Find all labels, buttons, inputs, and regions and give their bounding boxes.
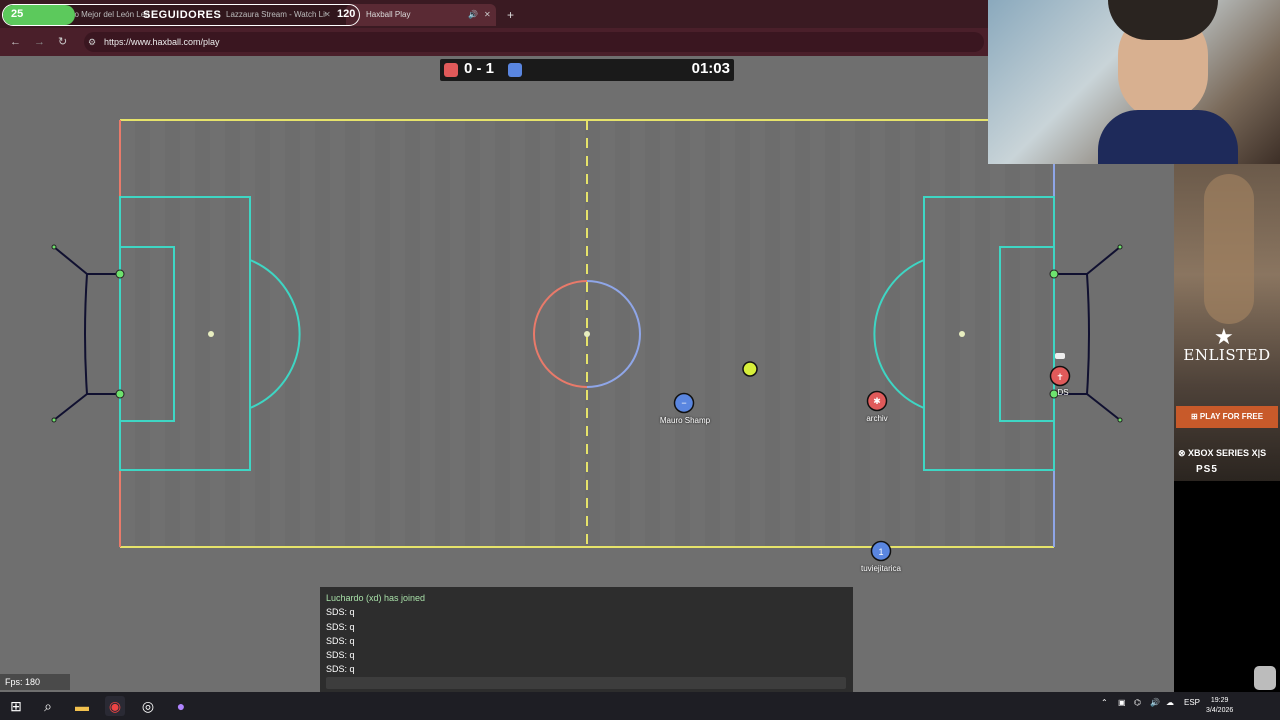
player-mauro-shamp: − — [673, 392, 695, 414]
center-spot — [584, 331, 590, 337]
enlisted-ad[interactable]: ★ ENLISTED ⊞ PLAY FOR FREE ⊗ XBOX SERIES… — [1174, 164, 1280, 481]
ball — [742, 361, 758, 377]
red-team-indicator — [444, 63, 458, 77]
chat-message: SDS: q — [326, 635, 355, 646]
player-name-label: archiv — [866, 414, 888, 423]
folder-icon[interactable]: ▬ — [72, 696, 92, 716]
chat-panel: Luchardo (xd) has joined SDS: q SDS: q SDS:… — [320, 587, 853, 693]
play-for-free-button[interactable]: ⊞ PLAY FOR FREE — [1176, 406, 1278, 428]
player-tuviejitarica: 1 — [870, 540, 892, 562]
ad-title: ENLISTED — [1183, 346, 1271, 364]
player-avatar: ✱ — [873, 397, 881, 407]
xbox-icon: ⊗ — [1178, 448, 1189, 458]
right-penalty-spot — [959, 331, 965, 337]
start-icon[interactable]: ⊞ — [6, 696, 26, 716]
trash-icon[interactable] — [1254, 666, 1276, 690]
chat-log: Luchardo (xd) has joined SDS: q SDS: q SDS:… — [320, 591, 853, 677]
webcam-overlay — [988, 0, 1280, 164]
soldier-image — [1204, 174, 1254, 324]
clock[interactable]: 19:29 3/4/2026 — [1206, 696, 1233, 716]
xbox-label: XBOX SERIES X|S — [1188, 448, 1267, 458]
obs-icon[interactable]: ● — [171, 696, 191, 716]
network-icon[interactable]: ⌬ — [1134, 698, 1141, 707]
chat-message: Luchardo (xd) has joined — [326, 593, 426, 603]
volume-icon[interactable]: 🔊 — [1150, 698, 1160, 707]
player-avatar: 1 — [878, 547, 883, 557]
tray-chevron-icon[interactable]: ⌃ — [1101, 698, 1108, 707]
chat-message: SDS: q — [326, 621, 355, 632]
windows-icon: ⊞ — [1190, 412, 1200, 421]
search-icon[interactable]: ⌕ — [38, 696, 58, 716]
fps-counter: Fps: 180 — [0, 674, 70, 690]
chat-input[interactable] — [326, 677, 846, 689]
clock-date: 3/4/2026 — [1206, 707, 1234, 714]
ad-cta-label: PLAY FOR FREE — [1199, 412, 1264, 421]
tray-app-icon[interactable]: ▣ — [1118, 698, 1126, 707]
player-archiv: ✱ — [866, 390, 888, 412]
language-indicator[interactable]: ESP — [1184, 698, 1200, 707]
ps5-platform: PS5 — [1196, 464, 1218, 475]
chrome-icon[interactable]: ◉ — [105, 696, 125, 716]
match-timer: 01:03 — [691, 60, 730, 77]
player-name-label: DS — [1057, 388, 1069, 397]
chat-message: SDS: q — [326, 650, 355, 661]
ad-blank-area — [1174, 481, 1280, 692]
streamer-shirt — [1098, 110, 1238, 164]
left-goal — [53, 246, 120, 421]
left-penalty-spot — [208, 331, 214, 337]
player-name-label: Mauro Shamp — [659, 416, 711, 425]
chat-message: SDS: q — [326, 664, 355, 675]
typing-bubble-icon — [1055, 353, 1065, 359]
screen: Lo Mejor del León Leo Lazzaura Stream - … — [0, 0, 1280, 720]
xbox-platform: ⊗ XBOX SERIES X|S — [1178, 448, 1266, 459]
app-icon[interactable]: ◎ — [138, 696, 158, 716]
blue-team-indicator — [508, 63, 522, 77]
clock-time: 19:29 — [1210, 697, 1229, 704]
score-text: 0 - 1 — [464, 60, 495, 77]
player-avatar: ✝ — [1056, 373, 1064, 383]
windows-taskbar: ⊞ ⌕ ▬ ◉ ◎ ● ⌃ ▣ ⌬ 🔊 ☁ ESP 19:29 3/4/2026 — [0, 692, 1280, 720]
chat-message: SDS: q — [326, 607, 355, 618]
player-name-label: tuviejitarica — [860, 564, 902, 573]
player-avatar: − — [681, 398, 686, 408]
onedrive-icon[interactable]: ☁ — [1166, 698, 1174, 707]
scoreboard: 0 - 1 01:03 — [440, 59, 734, 81]
